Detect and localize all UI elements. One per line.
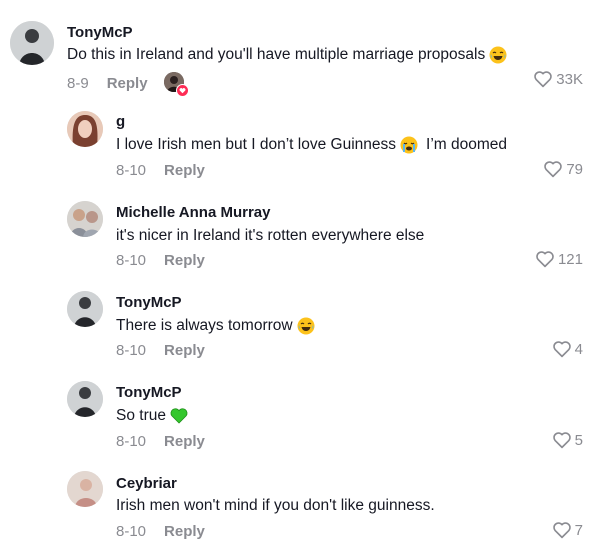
- comment-text-body: I love Irish men but I don’t love Guinne…: [116, 136, 397, 153]
- comment-date: 8-10: [116, 342, 147, 359]
- like-button[interactable]: 7: [552, 521, 583, 539]
- comment-item: Michelle Anna Murray it's nicer in Irela…: [0, 190, 601, 280]
- like-count: 5: [574, 431, 583, 449]
- heart-outline-icon: [536, 251, 554, 268]
- comment-text: So true: [116, 407, 188, 425]
- comment-text-body: Do this in Ireland and you'll have multi…: [67, 46, 486, 63]
- comment-username[interactable]: TonyMcP: [67, 24, 133, 41]
- comment-username[interactable]: TonyMcP: [116, 294, 182, 311]
- comment-username[interactable]: Michelle Anna Murray: [116, 204, 270, 221]
- comment-text-body: So true: [116, 407, 166, 424]
- heart-outline-icon: [544, 161, 563, 178]
- comment-text-body: I’m doomed: [426, 136, 507, 153]
- comment-item: Ceybriar Irish men won't mind if you don…: [0, 460, 601, 556]
- heart-badge-icon: [175, 84, 189, 97]
- heart-outline-icon: [534, 71, 553, 88]
- reply-button[interactable]: Reply: [164, 342, 205, 359]
- comment-item: g I love Irish men but I don’t love Guin…: [0, 100, 601, 190]
- avatar[interactable]: [67, 381, 103, 417]
- comment-meta: 8-10 Reply: [116, 523, 205, 540]
- heart-outline-icon: [552, 432, 571, 449]
- comment-item: TonyMcP So true 8-10 Reply 5: [0, 370, 601, 460]
- comment-meta: 8-10 Reply: [116, 433, 205, 450]
- comment-meta: 8-10 Reply: [116, 162, 205, 179]
- laughing-tears-icon: [297, 317, 315, 335]
- comment-meta: 8-9 Reply: [67, 72, 189, 97]
- comment-text-body: There is always tomorrow: [116, 317, 293, 334]
- avatar[interactable]: [67, 111, 103, 147]
- comment-text-body: it's nicer in Ireland it's rotten everyw…: [116, 227, 425, 244]
- comment-text: Do this in Ireland and you'll have multi…: [67, 46, 507, 64]
- comment-username[interactable]: TonyMcP: [116, 384, 182, 401]
- comment-text: Irish men won't mind if you don't like g…: [116, 497, 435, 515]
- comment-date: 8-10: [116, 162, 147, 179]
- like-count: 33K: [556, 70, 583, 88]
- like-count: 7: [574, 521, 583, 539]
- comment-username[interactable]: g: [116, 113, 125, 130]
- green-heart-icon: [170, 407, 188, 425]
- heart-outline-icon: [552, 522, 571, 539]
- like-count: 79: [566, 160, 583, 178]
- like-count: 4: [574, 340, 583, 358]
- reply-button[interactable]: Reply: [164, 162, 205, 179]
- comment-item: TonyMcP Do this in Ireland and you'll ha…: [0, 0, 601, 100]
- comment-date: 8-10: [116, 433, 147, 450]
- like-button[interactable]: 79: [543, 160, 583, 178]
- like-count: 121: [557, 250, 583, 268]
- comment-date: 8-10: [116, 523, 147, 540]
- reply-button[interactable]: Reply: [164, 523, 205, 540]
- avatar[interactable]: [67, 291, 103, 327]
- like-button[interactable]: 5: [552, 431, 583, 449]
- comment-username[interactable]: Ceybriar: [116, 475, 177, 492]
- reply-button[interactable]: Reply: [164, 252, 205, 269]
- comment-text: I love Irish men but I don’t love Guinne…: [116, 136, 507, 154]
- comment-meta: 8-10 Reply: [116, 342, 205, 359]
- comment-text: There is always tomorrow: [116, 317, 315, 335]
- comment-date: 8-9: [67, 74, 89, 92]
- like-button[interactable]: 4: [552, 340, 583, 358]
- comment-meta: 8-10 Reply: [116, 252, 205, 269]
- comment-text-body: Irish men won't mind if you don't like g…: [116, 497, 435, 514]
- laughing-tears-icon: [489, 46, 507, 64]
- avatar[interactable]: [67, 471, 103, 507]
- creator-liked-avatar: [163, 72, 189, 97]
- like-button[interactable]: 33K: [533, 70, 583, 88]
- avatar[interactable]: [67, 201, 103, 237]
- reply-button[interactable]: Reply: [164, 433, 205, 450]
- heart-outline-icon: [552, 341, 571, 358]
- comment-date: 8-10: [116, 252, 147, 269]
- reply-button[interactable]: Reply: [107, 75, 148, 92]
- avatar[interactable]: [10, 21, 54, 65]
- crying-face-icon: [400, 136, 418, 154]
- like-button[interactable]: 121: [535, 250, 583, 268]
- comment-item: TonyMcP There is always tomorrow 8-10 Re…: [0, 280, 601, 370]
- comment-text: it's nicer in Ireland it's rotten everyw…: [116, 227, 424, 245]
